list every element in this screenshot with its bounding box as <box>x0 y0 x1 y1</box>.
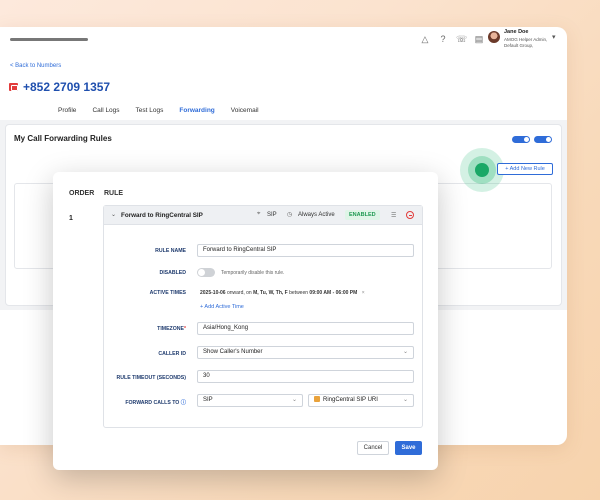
rule-name-input[interactable]: Forward to RingCentral SIP <box>197 244 414 257</box>
sip-icon <box>314 396 320 403</box>
tab-voicemail[interactable]: Voicemail <box>223 105 267 121</box>
forward-target-select[interactable]: RingCentral SIP URI ⌄ <box>308 394 414 407</box>
contacts-icon[interactable]: ▤ <box>474 34 484 44</box>
info-icon[interactable]: ⓘ <box>181 400 186 406</box>
active-time-days: M, Tu, W, Th, F <box>253 290 288 296</box>
rule-title: Forward to RingCentral SIP <box>121 212 203 219</box>
avatar[interactable] <box>488 31 500 43</box>
remove-active-time-icon[interactable]: × <box>362 290 365 296</box>
active-times-label: ACTIVE TIMES <box>149 290 186 296</box>
disabled-label: DISABLED <box>159 270 186 276</box>
chevron-down-icon: ⌄ <box>402 349 408 355</box>
timezone-label-text: TIMEZONE <box>157 326 184 332</box>
view-toggle-list[interactable] <box>512 136 530 143</box>
caller-id-select[interactable]: Show Caller's Number ⌄ <box>197 346 414 359</box>
chevron-down-icon: ⌄ <box>402 397 408 403</box>
help-icon[interactable]: ? <box>438 34 448 44</box>
app-logo-placeholder <box>10 38 88 41</box>
active-time-entry: 2025-10-06 onward, on M, Tu, W, Th, F be… <box>200 290 365 296</box>
tab-call-logs[interactable]: Call Logs <box>84 105 127 121</box>
disabled-toggle[interactable] <box>197 268 215 277</box>
disabled-hint: Temporarily disable this rule. <box>221 270 285 276</box>
save-button[interactable]: Save <box>395 441 422 455</box>
add-new-rule-button[interactable]: + Add New Rule <box>497 163 553 175</box>
chevron-down-icon[interactable]: ▾ <box>552 33 556 41</box>
forward-type-select[interactable]: SIP ⌄ <box>197 394 303 407</box>
phone-number-icon <box>9 83 18 91</box>
active-time-text-2: between <box>287 290 310 296</box>
delete-rule-icon[interactable] <box>406 211 414 219</box>
timezone-label: TIMEZONE* <box>104 326 186 332</box>
active-time-text-1: onward, on <box>225 290 254 296</box>
alert-icon[interactable]: △ <box>420 34 430 44</box>
chevron-down-icon[interactable]: ⌄ <box>111 211 116 218</box>
tab-test-logs[interactable]: Test Logs <box>128 105 172 121</box>
drag-handle-icon[interactable]: ☰ <box>391 212 396 219</box>
status-badge: ENABLED <box>345 210 380 220</box>
cancel-button[interactable]: Cancel <box>357 441 389 455</box>
forward-calls-to-text: FORWARD CALLS TO <box>125 400 180 406</box>
rule-timeout-label: RULE TIMEOUT (SECONDS) <box>116 375 186 381</box>
rule-destination-type: SIP <box>267 212 277 218</box>
top-icons: △ ? ☏ ▤ <box>420 34 484 44</box>
rule-panel: ⌄ Forward to RingCentral SIP ⌖ SIP ◷ Alw… <box>103 205 423 428</box>
rule-schedule: Always Active <box>298 212 335 218</box>
tab-profile[interactable]: Profile <box>50 105 84 121</box>
clock-icon: ◷ <box>287 212 293 218</box>
view-toggle-grid[interactable] <box>534 136 552 143</box>
add-active-time-link[interactable]: + Add Active Time <box>200 304 244 310</box>
rule-column-header: RULE <box>104 190 124 197</box>
chevron-down-icon: ⌄ <box>291 397 297 403</box>
page-title: +852 2709 1357 <box>23 80 111 94</box>
rule-header[interactable]: ⌄ Forward to RingCentral SIP ⌖ SIP ◷ Alw… <box>104 206 422 225</box>
pulse-indicator-dot <box>475 163 489 177</box>
forward-calls-to-label: FORWARD CALLS TO ⓘ <box>104 399 186 406</box>
order-column-header: ORDER <box>69 190 95 197</box>
forward-type-value: SIP <box>203 397 213 403</box>
caller-id-value: Show Caller's Number <box>203 349 263 355</box>
caller-id-label: CALLER ID <box>158 351 186 357</box>
tab-bar: Profile Call Logs Test Logs Forwarding V… <box>50 105 267 121</box>
forward-target-value: RingCentral SIP URI <box>323 397 378 403</box>
required-marker: * <box>183 326 186 332</box>
top-bar: △ ? ☏ ▤ Jane Doe AMOG Helper Admin, Defa… <box>0 27 567 57</box>
rule-name-label: RULE NAME <box>155 248 186 254</box>
user-name: Jane Doe <box>504 29 529 35</box>
order-number: 1 <box>69 215 73 222</box>
back-link[interactable]: < Back to Numbers <box>10 63 61 69</box>
rule-editor-modal: ORDER RULE 1 ⌄ Forward to RingCentral SI… <box>53 172 438 470</box>
location-pin-icon: ⌖ <box>257 211 261 217</box>
rule-timeout-input[interactable]: 30 <box>197 370 414 383</box>
active-time-range: 09:00 AM - 06:00 PM <box>309 290 358 296</box>
timezone-input[interactable]: Asia/Hong_Kong <box>197 322 414 335</box>
active-time-date: 2025-10-06 <box>200 290 226 296</box>
tab-forwarding[interactable]: Forwarding <box>171 105 223 121</box>
section-title: My Call Forwarding Rules <box>14 134 112 143</box>
phone-icon[interactable]: ☏ <box>456 34 467 44</box>
user-role: AMOG Helper Admin, Default Group, <box>504 37 548 48</box>
